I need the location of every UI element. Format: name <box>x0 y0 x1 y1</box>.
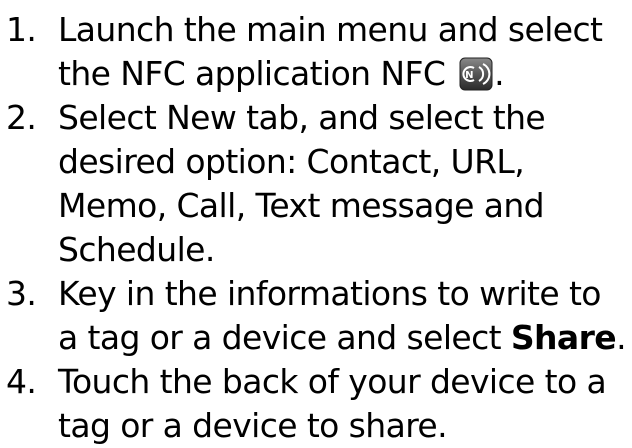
step-text-line: the NFC application NFC N . <box>58 52 632 96</box>
step-text-line: Schedule. <box>58 230 215 269</box>
step-number: 1. <box>6 10 37 49</box>
step-text-line: Key in the informations to write to <box>58 274 601 313</box>
step-text-line: Launch the main menu and select <box>58 10 603 49</box>
share-label: Share <box>510 318 617 357</box>
step-text-segment: the NFC application NFC <box>58 54 456 93</box>
step-number: 4. <box>6 362 37 401</box>
step-text-line: tag or a device to share. <box>58 406 448 445</box>
step-text-line: desired option: Contact, URL, <box>58 142 525 181</box>
step-2: 2. Select New tab, and select the desire… <box>0 96 632 272</box>
step-text-segment: . <box>494 54 505 93</box>
step-text-line: Select New tab, and select the <box>58 98 546 137</box>
nfc-app-icon: N <box>459 57 493 91</box>
instruction-steps: 1. Launch the main menu and select the N… <box>0 8 632 448</box>
step-3: 3. Key in the informations to write to a… <box>0 272 632 360</box>
step-text-line: Touch the back of your device to a <box>58 362 607 401</box>
step-text-segment: a tag or a device and select <box>58 318 511 357</box>
step-number: 3. <box>6 274 37 313</box>
step-1: 1. Launch the main menu and select the N… <box>0 8 632 96</box>
step-text-line: a tag or a device and select Share. <box>58 316 632 360</box>
step-text-line: Memo, Call, Text message and <box>58 186 545 225</box>
step-4: 4. Touch the back of your device to a ta… <box>0 360 632 448</box>
step-number: 2. <box>6 98 37 137</box>
step-text-segment: . <box>616 318 626 357</box>
